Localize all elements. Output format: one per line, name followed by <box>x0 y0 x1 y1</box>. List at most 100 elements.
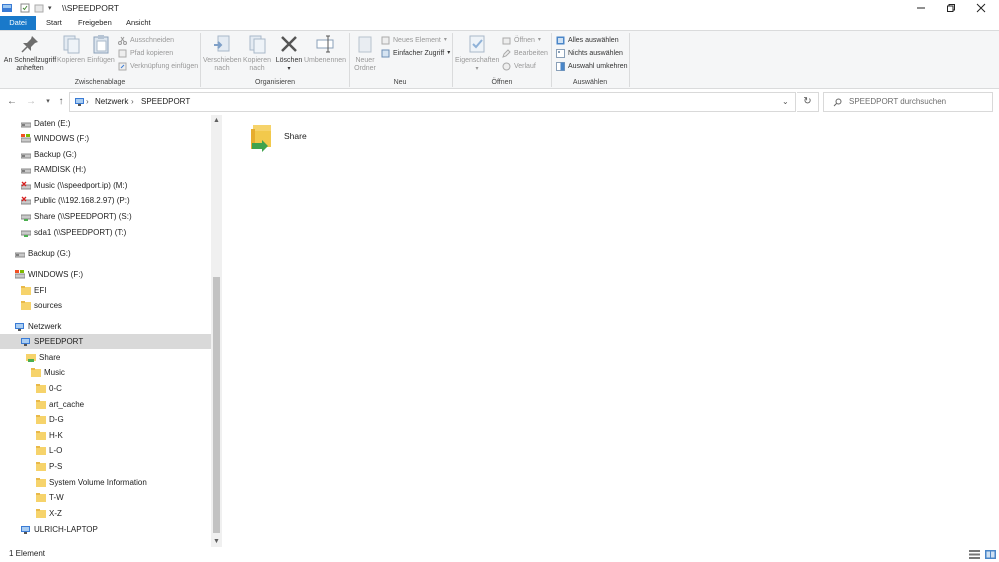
new-folder-quick-icon[interactable] <box>34 3 44 13</box>
tree-item-p-s[interactable]: P-S <box>0 459 211 474</box>
move-to-button[interactable]: Verschieben nach <box>203 33 242 73</box>
tree-item-backup-g-root[interactable]: Backup (G:) <box>0 246 211 261</box>
tree-item-x-z[interactable]: X-Z <box>0 506 211 521</box>
large-icons-view-icon[interactable] <box>985 550 996 559</box>
tree-item-windows-f[interactable]: WINDOWS (F:) <box>0 131 211 146</box>
tree-item-daten-e[interactable]: Daten (E:) <box>0 116 211 131</box>
tree-item-d-g[interactable]: D-G <box>0 412 211 427</box>
restore-icon[interactable] <box>936 0 966 16</box>
tree-item-netzwerk[interactable]: Netzwerk <box>0 319 211 334</box>
navigation-pane-scrollbar[interactable]: ▲ ▼ <box>211 115 222 547</box>
new-folder-button[interactable]: Neuer Ordner <box>352 33 378 73</box>
edit-button[interactable]: Bearbeiten <box>502 48 548 59</box>
address-bar[interactable]: › Netzwerk › SPEEDPORT ⌄ <box>69 92 796 112</box>
tab-start[interactable]: Start <box>40 16 68 30</box>
open-button[interactable]: Öffnen ▾ <box>502 35 541 46</box>
tab-datei[interactable]: Datei <box>0 16 36 30</box>
tree-item-system-volume-information[interactable]: System Volume Information <box>0 475 211 490</box>
tree-item-sources[interactable]: sources <box>0 298 211 313</box>
scrollbar-thumb[interactable] <box>213 277 220 533</box>
tree-item-ramdisk-h[interactable]: RAMDISK (H:) <box>0 162 211 177</box>
properties-quick-icon[interactable] <box>20 3 30 13</box>
address-dropdown-chevron-icon[interactable]: ⌄ <box>782 97 789 106</box>
copy-button[interactable]: Kopieren <box>56 33 86 65</box>
tree-item-label: D-G <box>49 415 64 424</box>
quick-access-dropdown-icon[interactable]: ▾ <box>48 3 52 13</box>
tree-item-ulrich-laptop[interactable]: ULRICH-LAPTOP <box>0 522 211 537</box>
breadcrumb-speedport[interactable]: SPEEDPORT <box>141 97 190 106</box>
invert-selection-button[interactable]: Auswahl umkehren <box>556 61 628 72</box>
breadcrumb-netzwerk[interactable]: Netzwerk <box>95 97 128 106</box>
tree-item-label: X-Z <box>49 509 62 518</box>
tree-item-t-w[interactable]: T-W <box>0 490 211 505</box>
back-arrow-icon[interactable]: ← <box>5 95 19 109</box>
search-box[interactable]: SPEEDPORT durchsuchen <box>823 92 993 112</box>
copy-to-label-2: nach <box>249 65 265 72</box>
windows-drive-icon <box>15 270 25 279</box>
group-label-clipboard: Zwischenablage <box>74 79 126 86</box>
tree-item-label: RAMDISK (H:) <box>34 165 86 174</box>
tree-item-public-p[interactable]: Public (\\192.168.2.97) (P:) <box>0 193 211 208</box>
delete-button[interactable]: Löschen ▾ <box>274 33 304 73</box>
tree-item-share[interactable]: Share <box>0 350 211 365</box>
select-all-label: Alles auswählen <box>568 37 619 44</box>
close-icon[interactable] <box>966 0 996 16</box>
select-none-button[interactable]: Nichts auswählen <box>556 48 623 59</box>
tree-item-l-o[interactable]: L-O <box>0 443 211 458</box>
navigation-pane: Daten (E:) WINDOWS (F:) Backup (G:) RAMD… <box>0 115 222 547</box>
new-folder-label-2: Ordner <box>354 65 376 72</box>
tree-item-art-cache[interactable]: art_cache <box>0 397 211 412</box>
history-button[interactable]: Verlauf <box>502 61 536 72</box>
easy-access-button[interactable]: Einfacher Zugriff ▾ <box>381 48 450 59</box>
minimize-icon[interactable] <box>906 0 936 16</box>
new-item-button[interactable]: Neues Element ▾ <box>381 35 447 46</box>
tree-item-speedport[interactable]: SPEEDPORT <box>0 334 211 349</box>
shared-folder-icon <box>251 125 271 152</box>
paste-shortcut-button[interactable]: Verknüpfung einfügen <box>118 61 198 72</box>
recent-locations-chevron-icon[interactable]: ▾ <box>41 95 55 109</box>
scroll-up-arrow-icon[interactable]: ▲ <box>211 115 222 126</box>
tree-item-music[interactable]: Music <box>0 365 211 380</box>
tab-freigeben[interactable]: Freigeben <box>72 16 118 30</box>
rename-button[interactable]: Umbenennen <box>303 33 347 65</box>
breadcrumb-separator[interactable]: › <box>131 97 134 106</box>
breadcrumb-separator[interactable]: › <box>86 97 89 106</box>
paste-button[interactable]: Einfügen <box>86 33 116 65</box>
move-to-label-1: Verschieben <box>203 57 242 64</box>
tree-item-label: 0-C <box>49 384 62 393</box>
delete-dropdown-icon[interactable]: ▾ <box>274 65 304 73</box>
tab-ansicht[interactable]: Ansicht <box>120 16 157 30</box>
tree-item-0-c[interactable]: 0-C <box>0 381 211 396</box>
cut-button[interactable]: Ausschneiden <box>118 35 174 46</box>
tree-item-h-k[interactable]: H-K <box>0 428 211 443</box>
folder-icon <box>36 509 46 518</box>
tree-item-music-m[interactable]: Music (\\speedport.ip) (M:) <box>0 178 211 193</box>
group-separator <box>629 33 630 87</box>
tree-item-sda1-t[interactable]: sda1 (\\SPEEDPORT) (T:) <box>0 225 211 240</box>
navigation-bar: ← → ▾ ↑ › Netzwerk › SPEEDPORT ⌄ ↻ SPEED… <box>0 89 999 115</box>
up-arrow-icon[interactable]: ↑ <box>54 95 68 109</box>
tree-item-backup-g[interactable]: Backup (G:) <box>0 147 211 162</box>
refresh-icon[interactable]: ↻ <box>797 92 819 112</box>
properties-dropdown-icon[interactable]: ▾ <box>455 65 499 73</box>
new-folder-label-1: Neuer <box>355 57 375 64</box>
app-icon[interactable] <box>2 3 13 13</box>
ribbon-tabs: Datei Start Freigeben Ansicht <box>0 16 999 30</box>
tree-item-share-s[interactable]: Share (\\SPEEDPORT) (S:) <box>0 209 211 224</box>
tree-item-efi[interactable]: EFI <box>0 283 211 298</box>
group-label-organize: Organisieren <box>254 79 296 86</box>
properties-button[interactable]: Eigenschaften ▾ <box>455 33 499 73</box>
tree-item-windows-f-root[interactable]: WINDOWS (F:) <box>0 267 211 282</box>
scroll-down-arrow-icon[interactable]: ▼ <box>211 536 222 547</box>
copy-path-button[interactable]: Pfad kopieren <box>118 48 173 59</box>
delete-icon <box>281 36 297 52</box>
content-item-share[interactable]: Share <box>248 121 328 161</box>
details-view-icon[interactable] <box>969 550 980 559</box>
select-all-button[interactable]: Alles auswählen <box>556 35 619 46</box>
copy-to-button[interactable]: Kopieren nach <box>241 33 273 73</box>
title-bar: ▾ \\SPEEDPORT <box>0 0 999 16</box>
search-placeholder[interactable]: SPEEDPORT durchsuchen <box>849 97 946 106</box>
invert-selection-icon <box>556 62 565 71</box>
forward-arrow-icon[interactable]: → <box>24 95 38 109</box>
pin-quick-access-button[interactable]: An Schnellzugriff anheften <box>2 33 58 73</box>
